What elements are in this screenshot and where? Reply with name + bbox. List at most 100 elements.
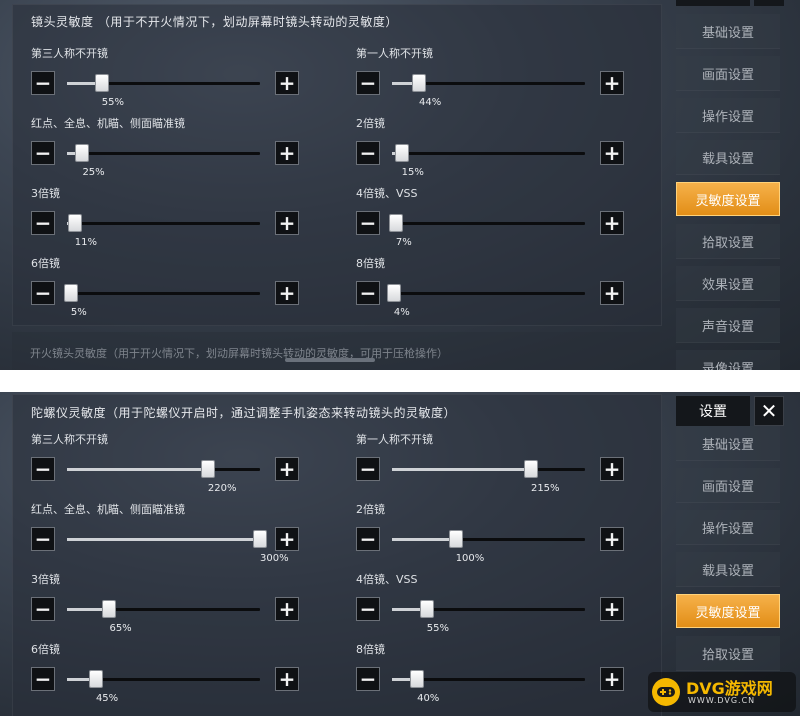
setting-label: 3倍镜 <box>31 187 60 200</box>
increase-button[interactable]: + <box>600 71 624 95</box>
slider-track[interactable]: 11% <box>67 214 260 248</box>
decrease-button[interactable]: − <box>31 211 55 235</box>
sidebar-item[interactable]: 画面设置 <box>676 468 780 503</box>
increase-button[interactable]: + <box>600 667 624 691</box>
decrease-button[interactable]: − <box>356 141 380 165</box>
decrease-button[interactable]: − <box>356 667 380 691</box>
increase-button[interactable]: + <box>600 211 624 235</box>
slider-handle[interactable] <box>523 460 538 478</box>
setting-label: 红点、全息、机瞄、侧面瞄准镜 <box>31 117 185 130</box>
slider-handle[interactable] <box>419 600 434 618</box>
sidebar-item[interactable]: 灵敏度设置 <box>676 182 780 216</box>
decrease-button[interactable]: − <box>356 71 380 95</box>
slider-track[interactable]: 220% <box>67 460 260 494</box>
slider-handle[interactable] <box>88 670 103 688</box>
decrease-button[interactable]: − <box>31 597 55 621</box>
decrease-button[interactable]: − <box>356 597 380 621</box>
increase-button[interactable]: + <box>600 527 624 551</box>
sidebar-item[interactable]: 操作设置 <box>676 510 780 545</box>
sensitivity-setting: 第三人称不开镜 − 220% + <box>31 431 331 495</box>
sidebar-item[interactable]: 拾取设置 <box>676 636 780 671</box>
scroll-indicator[interactable] <box>285 358 375 362</box>
increase-button[interactable]: + <box>600 141 624 165</box>
slider-handle[interactable] <box>63 284 78 302</box>
increase-button[interactable]: + <box>275 71 299 95</box>
slider-handle[interactable] <box>412 74 427 92</box>
slider-track[interactable]: 7% <box>388 214 585 248</box>
slider-handle[interactable] <box>75 144 90 162</box>
sensitivity-setting: 红点、全息、机瞄、侧面瞄准镜 − 25% + <box>31 115 331 179</box>
increase-button[interactable]: + <box>275 667 299 691</box>
slider-track[interactable]: 55% <box>67 74 260 108</box>
camera-sensitivity-card: 镜头灵敏度 （用于不开火情况下，划动屏幕时镜头转动的灵敏度） 第三人称不开镜 − 5… <box>12 4 662 326</box>
slider-track[interactable]: 44% <box>392 74 585 108</box>
slider-value: 4% <box>393 307 410 318</box>
sidebar-item[interactable]: 操作设置 <box>676 98 780 133</box>
setting-label: 8倍镜 <box>356 643 385 656</box>
sidebar-item[interactable]: 效果设置 <box>676 266 780 301</box>
settings-title: 设置 <box>676 396 750 426</box>
slider-track[interactable]: 15% <box>392 144 585 178</box>
slider-track[interactable]: 4% <box>386 284 585 318</box>
sidebar-item[interactable]: 录像设置 <box>676 350 780 370</box>
sensitivity-setting: 2倍镜 − 15% + <box>356 115 656 179</box>
sidebar-item[interactable]: 基础设置 <box>676 426 780 461</box>
slider-handle[interactable] <box>67 214 82 232</box>
slider-handle[interactable] <box>394 144 409 162</box>
slider-track[interactable]: 300% <box>67 530 289 564</box>
sidebar-item[interactable]: 灵敏度设置 <box>676 594 780 628</box>
slider-value: 45% <box>95 693 119 704</box>
slider-track[interactable]: 45% <box>67 670 260 704</box>
sensitivity-setting: 3倍镜 − 65% + <box>31 571 331 635</box>
sidebar-item[interactable]: 基础设置 <box>676 14 780 49</box>
slider-handle[interactable] <box>253 530 267 548</box>
decrease-button[interactable]: − <box>31 667 55 691</box>
header-partial <box>676 0 784 8</box>
slider-handle[interactable] <box>388 214 403 232</box>
decrease-button[interactable]: − <box>356 281 380 305</box>
slider-value: 15% <box>401 167 424 178</box>
decrease-button[interactable]: − <box>31 71 55 95</box>
increase-button[interactable]: + <box>275 457 299 481</box>
sidebar-item[interactable]: 画面设置 <box>676 56 780 91</box>
decrease-button[interactable]: − <box>356 457 380 481</box>
slider-track[interactable]: 5% <box>63 284 260 318</box>
watermark-url: WWW.DVG.CN <box>688 696 756 705</box>
setting-label: 第一人称不开镜 <box>356 433 433 446</box>
close-button[interactable]: ✕ <box>754 396 784 426</box>
slider-track[interactable]: 55% <box>392 600 585 634</box>
slider-handle[interactable] <box>410 670 425 688</box>
increase-button[interactable]: + <box>275 281 299 305</box>
increase-button[interactable]: + <box>600 457 624 481</box>
slider-handle[interactable] <box>94 74 109 92</box>
decrease-button[interactable]: − <box>31 527 55 551</box>
increase-button[interactable]: + <box>600 597 624 621</box>
slider-handle[interactable] <box>102 600 117 618</box>
slider-value: 44% <box>419 97 442 108</box>
slider-track[interactable]: 100% <box>392 530 585 564</box>
decrease-button[interactable]: − <box>31 457 55 481</box>
sidebar-item[interactable]: 拾取设置 <box>676 224 780 259</box>
slider-handle[interactable] <box>386 284 401 302</box>
sidebar-item[interactable]: 载具设置 <box>676 140 780 175</box>
sensitivity-setting: 第三人称不开镜 − 55% + <box>31 45 331 109</box>
increase-button[interactable]: + <box>275 211 299 235</box>
sidebar-item[interactable]: 载具设置 <box>676 552 780 587</box>
increase-button[interactable]: + <box>275 141 299 165</box>
decrease-button[interactable]: − <box>356 211 380 235</box>
increase-button[interactable]: + <box>275 527 299 551</box>
slider-fill <box>392 538 456 541</box>
decrease-button[interactable]: − <box>356 527 380 551</box>
decrease-button[interactable]: − <box>31 281 55 305</box>
increase-button[interactable]: + <box>275 597 299 621</box>
slider-track[interactable]: 25% <box>67 144 260 178</box>
increase-button[interactable]: + <box>600 281 624 305</box>
decrease-button[interactable]: − <box>31 141 55 165</box>
sidebar-item[interactable]: 声音设置 <box>676 308 780 343</box>
slider-track[interactable]: 65% <box>67 600 260 634</box>
slider-track[interactable]: 215% <box>392 460 585 494</box>
slider-handle[interactable] <box>448 530 463 548</box>
slider-track[interactable]: 40% <box>392 670 585 704</box>
slider-handle[interactable] <box>200 460 215 478</box>
gyro-sensitivity-card: 陀螺仪灵敏度（用于陀螺仪开启时，通过调整手机姿态来转动镜头的灵敏度） 第三人称不… <box>12 394 662 716</box>
